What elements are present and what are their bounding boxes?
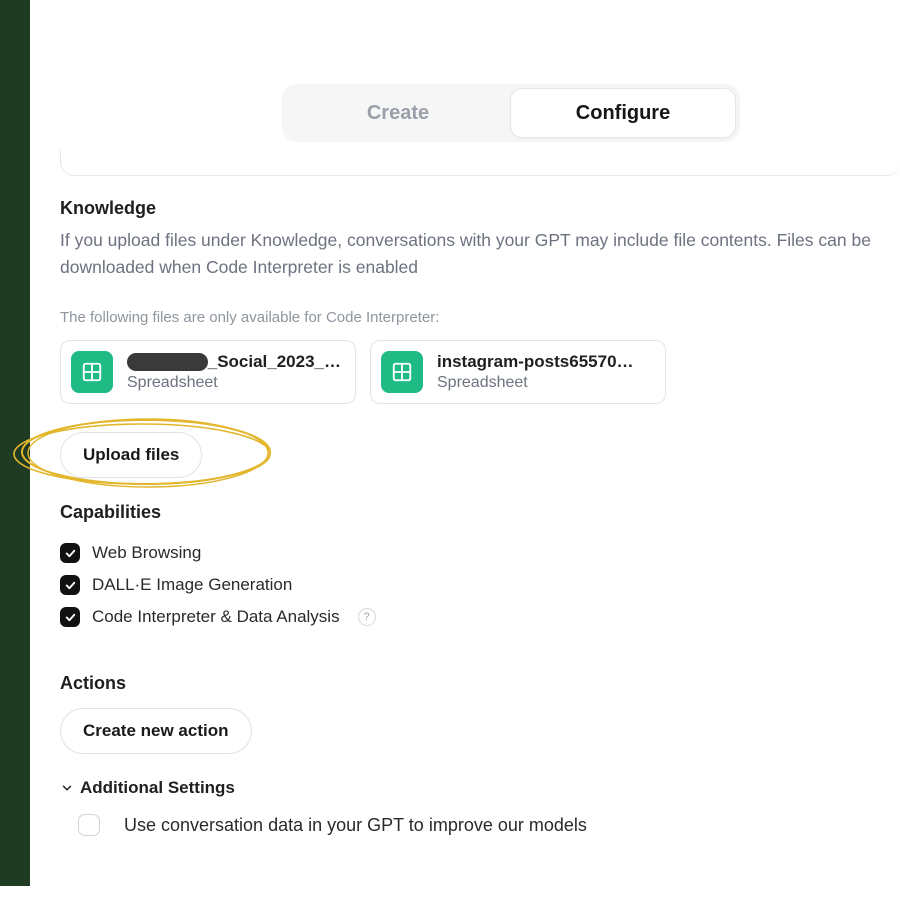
file-type: Spreadsheet <box>127 374 341 392</box>
help-icon[interactable]: ? <box>358 608 376 626</box>
additional-settings-toggle[interactable]: Additional Settings <box>60 778 890 798</box>
file-card[interactable]: _Social_2023_… Spreadsheet <box>60 340 356 404</box>
upload-area: Upload files <box>60 432 890 502</box>
checkbox-checked[interactable] <box>60 543 80 563</box>
checkbox-checked[interactable] <box>60 575 80 595</box>
additional-option-row: Use conversation data in your GPT to imp… <box>78 814 890 836</box>
content-area: Knowledge If you upload files under Know… <box>60 198 890 836</box>
file-meta: _Social_2023_… Spreadsheet <box>127 352 341 392</box>
upload-files-button[interactable]: Upload files <box>60 432 202 478</box>
additional-settings-heading: Additional Settings <box>80 778 235 798</box>
checkbox-unchecked[interactable] <box>78 814 100 836</box>
configure-page: Create Configure Knowledge If you upload… <box>30 0 900 900</box>
knowledge-heading: Knowledge <box>60 198 890 219</box>
file-name-suffix: _Social_2023_… <box>208 352 341 372</box>
file-type: Spreadsheet <box>437 374 651 392</box>
section-card-border <box>60 150 900 176</box>
tab-configure[interactable]: Configure <box>510 88 736 138</box>
left-rail <box>0 0 30 886</box>
capability-label: Web Browsing <box>92 543 201 563</box>
tab-create[interactable]: Create <box>286 88 510 138</box>
actions-heading: Actions <box>60 673 890 694</box>
chevron-down-icon <box>60 781 74 795</box>
redacted-text <box>127 353 208 371</box>
capability-item: Code Interpreter & Data Analysis ? <box>60 601 890 633</box>
create-new-action-button[interactable]: Create new action <box>60 708 252 754</box>
knowledge-files: _Social_2023_… Spreadsheet instagram-pos… <box>60 340 890 404</box>
spreadsheet-icon <box>381 351 423 393</box>
capabilities-heading: Capabilities <box>60 502 890 523</box>
additional-option-label: Use conversation data in your GPT to imp… <box>124 815 587 836</box>
actions-row: Create new action <box>60 708 890 754</box>
file-name: instagram-posts65570… <box>437 352 651 372</box>
mode-tabs: Create Configure <box>282 84 740 142</box>
file-meta: instagram-posts65570… Spreadsheet <box>437 352 651 392</box>
checkbox-checked[interactable] <box>60 607 80 627</box>
capability-label: Code Interpreter & Data Analysis <box>92 607 340 627</box>
knowledge-code-only-note: The following files are only available f… <box>60 309 890 326</box>
knowledge-description: If you upload files under Knowledge, con… <box>60 227 890 281</box>
spreadsheet-icon <box>71 351 113 393</box>
capability-item: Web Browsing <box>60 537 890 569</box>
spacer <box>60 633 890 673</box>
capabilities-list: Web Browsing DALL·E Image Generation Cod… <box>60 537 890 633</box>
capability-label: DALL·E Image Generation <box>92 575 292 595</box>
capability-item: DALL·E Image Generation <box>60 569 890 601</box>
file-name: _Social_2023_… <box>127 352 341 372</box>
file-card[interactable]: instagram-posts65570… Spreadsheet <box>370 340 666 404</box>
